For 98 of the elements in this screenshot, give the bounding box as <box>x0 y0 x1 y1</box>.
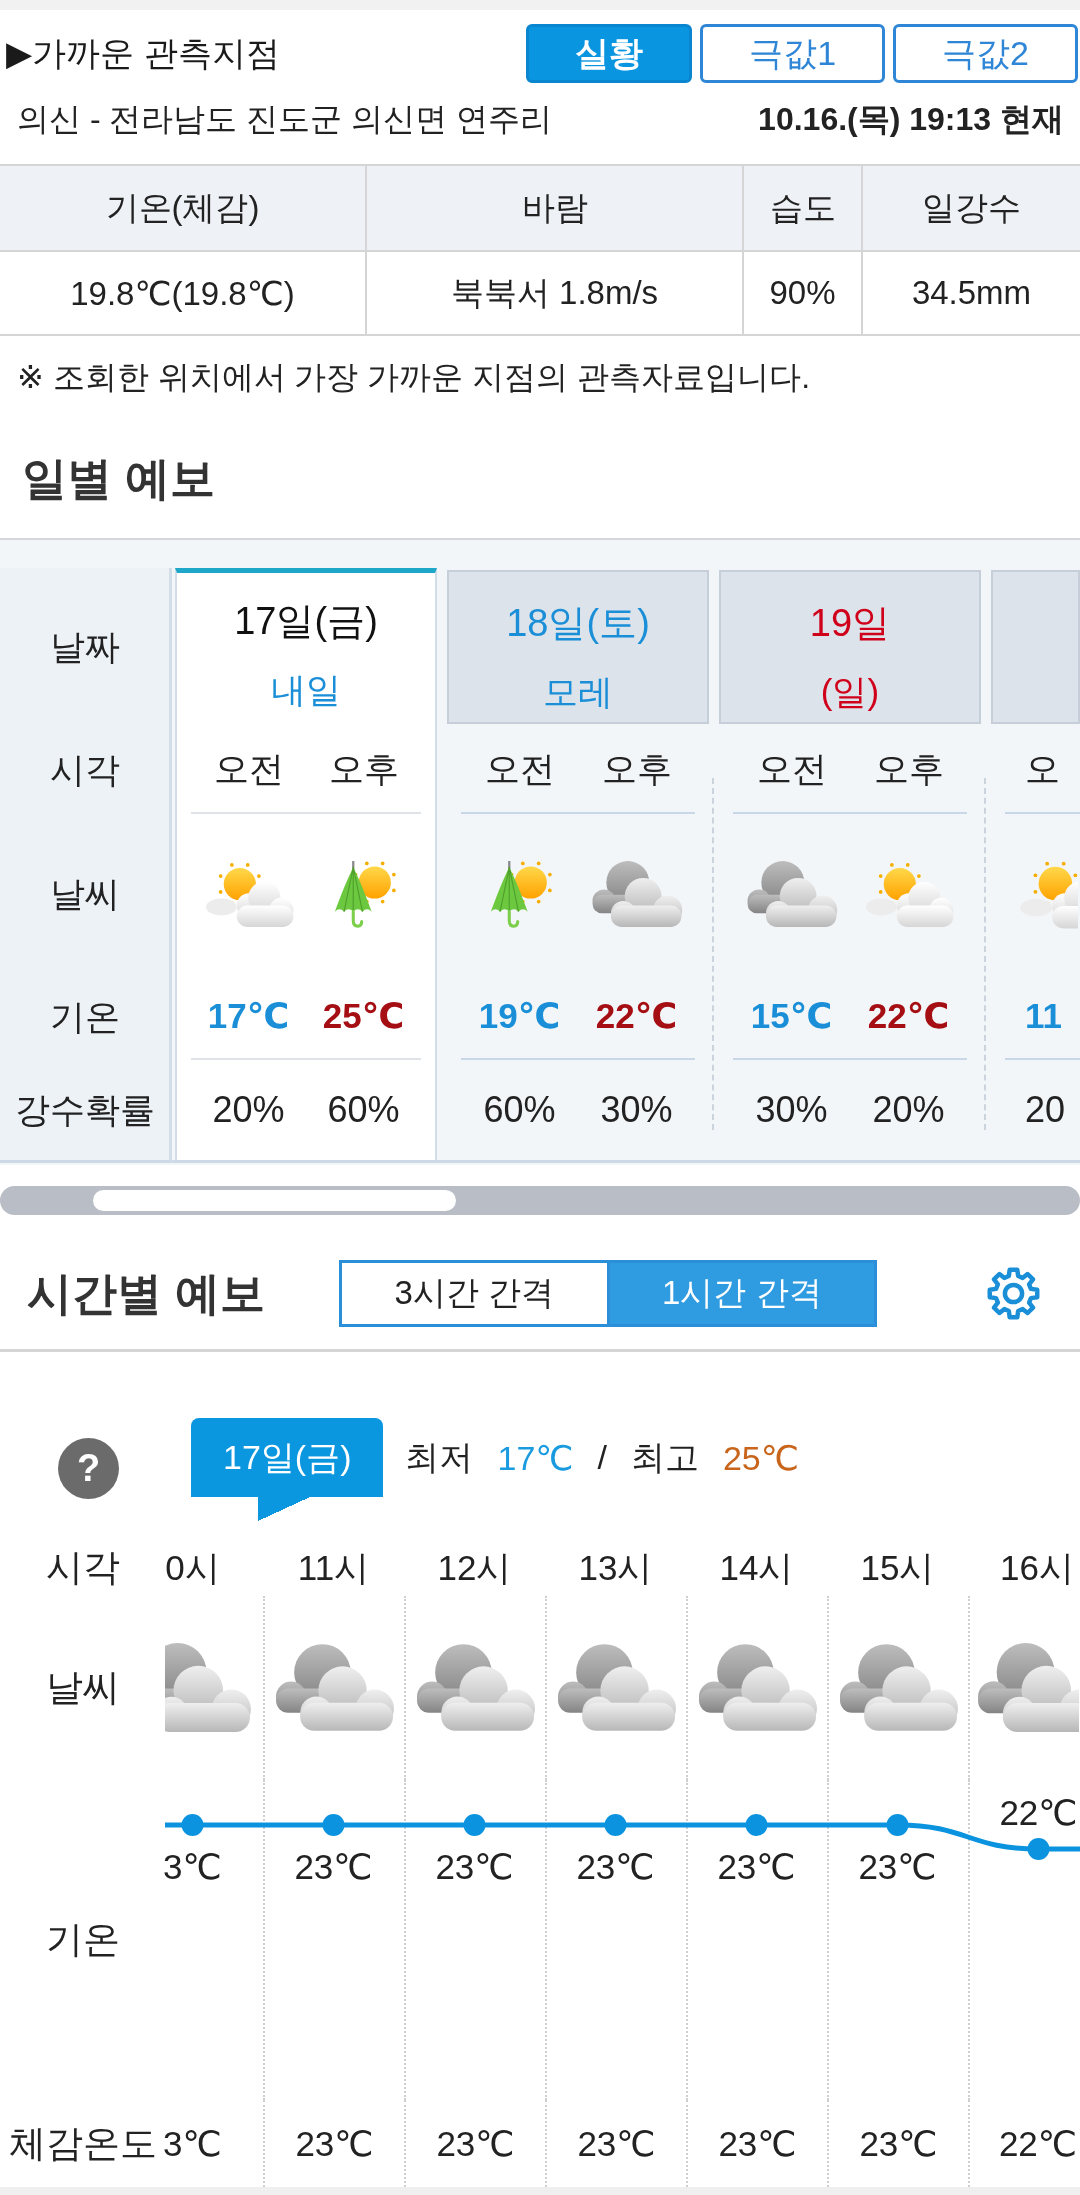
table-header: 기온(체감) <box>0 166 367 252</box>
temperature-label: 23℃ <box>576 1847 655 1886</box>
cloud-icon <box>976 1641 1079 1734</box>
period-label: 오후 <box>601 747 672 790</box>
cloud-icon <box>165 1641 252 1734</box>
mode-tab[interactable]: 극값2 <box>893 24 1078 83</box>
temperature-value: 17℃ <box>207 996 290 1036</box>
period-label: 오후 <box>328 747 399 790</box>
row-label: 날씨 <box>45 1666 120 1710</box>
precipitation-chance: 60% <box>483 1089 556 1131</box>
help-button[interactable]: ? <box>58 1438 119 1499</box>
temperature-value: 19℃ <box>478 996 561 1036</box>
min-temperature: 17℃ <box>497 1437 574 1478</box>
interval-tab[interactable]: 1시간 간격 <box>609 1260 877 1327</box>
feels-like-temperature: 23℃ <box>859 2123 938 2164</box>
feels-like-temperature: 23℃ <box>577 2123 656 2164</box>
temperature-label: 23℃ <box>294 1847 373 1886</box>
station-title: ▶가까운 관측지점 <box>6 32 280 74</box>
cloud-icon <box>838 1641 959 1734</box>
feels-like-temperature: 22℃ <box>998 2123 1078 2164</box>
precipitation-chance: 20 <box>1025 1089 1066 1131</box>
cloud-icon <box>745 858 838 930</box>
table-cell-text: 34.5mm <box>910 273 1033 313</box>
hour-label: 16시 <box>1000 1546 1074 1589</box>
cloud-icon <box>590 858 683 930</box>
table-header: 바람 <box>367 166 744 252</box>
table-header: 습도 <box>744 166 863 252</box>
row-label: 기온 <box>45 1918 120 1962</box>
date-label: 18일(토) <box>506 601 650 646</box>
temperature-value: 11 <box>1025 996 1062 1036</box>
date-tab[interactable]: 19일 (일) <box>719 570 981 724</box>
location-text: 의신 - 전라남도 진도군 의신면 연주리 <box>17 100 553 139</box>
feels-like-temperature: 23℃ <box>718 2123 797 2164</box>
table-cell: 북북서 1.8m/s <box>367 252 744 334</box>
min-label: 최저 <box>405 1436 474 1478</box>
temperature-value: 22℃ <box>595 996 678 1036</box>
interval-tab[interactable]: 3시간 간격 <box>339 1260 610 1327</box>
hour-label: 13시 <box>578 1546 653 1589</box>
hour-label: 14시 <box>719 1546 794 1589</box>
precipitation-chance: 30% <box>755 1089 828 1131</box>
precipitation-chance: 60% <box>327 1089 400 1131</box>
period-label: 오전 <box>484 747 555 790</box>
observed-time: 10.16.(목) 19:13 현재 <box>758 100 1064 139</box>
date-tab[interactable]: 18일(토) 모레 <box>447 570 709 724</box>
date-tab[interactable] <box>991 570 1080 724</box>
settings-icon[interactable] <box>986 1266 1041 1321</box>
row-label: 기온 <box>49 995 120 1038</box>
temperature-label: 23℃ <box>717 1847 796 1886</box>
feels-like-temperature: 23℃ <box>295 2123 374 2164</box>
row-label: 강수확률 <box>14 1088 155 1131</box>
temperature-value: 15℃ <box>750 996 833 1036</box>
footnote: ※ 조회한 위치에서 가장 가까운 지점의 관측자료입니다. <box>16 358 812 397</box>
day-note: 내일 <box>271 669 341 711</box>
period-label: 오전 <box>213 747 284 790</box>
cloud-icon <box>274 1641 395 1734</box>
temperature-value: 25℃ <box>322 996 405 1036</box>
slash-separator: / <box>597 1438 607 1477</box>
row-label: 날씨 <box>49 872 120 915</box>
section-title: 일별 예보 <box>21 452 216 506</box>
row-label: 시각 <box>49 748 120 791</box>
hour-label: 11시 <box>297 1546 370 1589</box>
date-tab[interactable]: 17일(금) 내일 <box>177 573 435 726</box>
temperature-label: 22℃ <box>999 1793 1078 1832</box>
temperature-label: 23℃ <box>858 1847 937 1886</box>
mode-tab[interactable]: 실황 <box>526 24 693 83</box>
table-cell: 19.8℃(19.8℃) <box>0 252 367 334</box>
period-label: 오후 <box>873 747 944 790</box>
date-label: 17일(금) <box>234 599 378 644</box>
cloud-icon <box>415 1641 536 1734</box>
day-note: 모레 <box>543 671 613 713</box>
precipitation-chance: 20% <box>872 1089 945 1131</box>
row-label: 체감온도 <box>8 2121 157 2166</box>
temperature-value: 22℃ <box>867 996 950 1036</box>
hour-label: 12시 <box>437 1546 512 1589</box>
max-label: 최고 <box>630 1436 699 1478</box>
hour-label: 0시 <box>165 1546 220 1589</box>
day-note: (일) <box>820 671 880 713</box>
feels-like-temperature: 23℃ <box>436 2123 515 2164</box>
section-title: 시간별 예보 <box>26 1266 266 1321</box>
max-temperature: 25℃ <box>722 1437 799 1478</box>
period-label: 오전 <box>756 747 827 790</box>
feels-like-temperature: 3℃ <box>163 2123 222 2164</box>
date-label: 19일 <box>809 601 891 646</box>
cut-off-temperature-label: 3℃ <box>163 1847 222 1886</box>
row-label: 시각 <box>45 1546 120 1590</box>
mode-tab[interactable]: 극값1 <box>700 24 886 83</box>
period-label: 오 <box>1025 747 1060 790</box>
precipitation-chance: 30% <box>600 1089 673 1131</box>
table-cell: 90% <box>744 252 863 334</box>
row-label: 날짜 <box>49 625 120 668</box>
precipitation-chance: 20% <box>212 1089 285 1131</box>
scrollbar-thumb[interactable] <box>93 1190 456 1211</box>
cloud-icon <box>697 1641 818 1734</box>
date-bubble: 17일(금) <box>191 1418 384 1521</box>
temperature-label: 23℃ <box>435 1847 514 1886</box>
hour-label: 15시 <box>860 1546 935 1589</box>
cloud-icon <box>556 1641 677 1734</box>
table-header: 일강수 <box>863 166 1080 252</box>
